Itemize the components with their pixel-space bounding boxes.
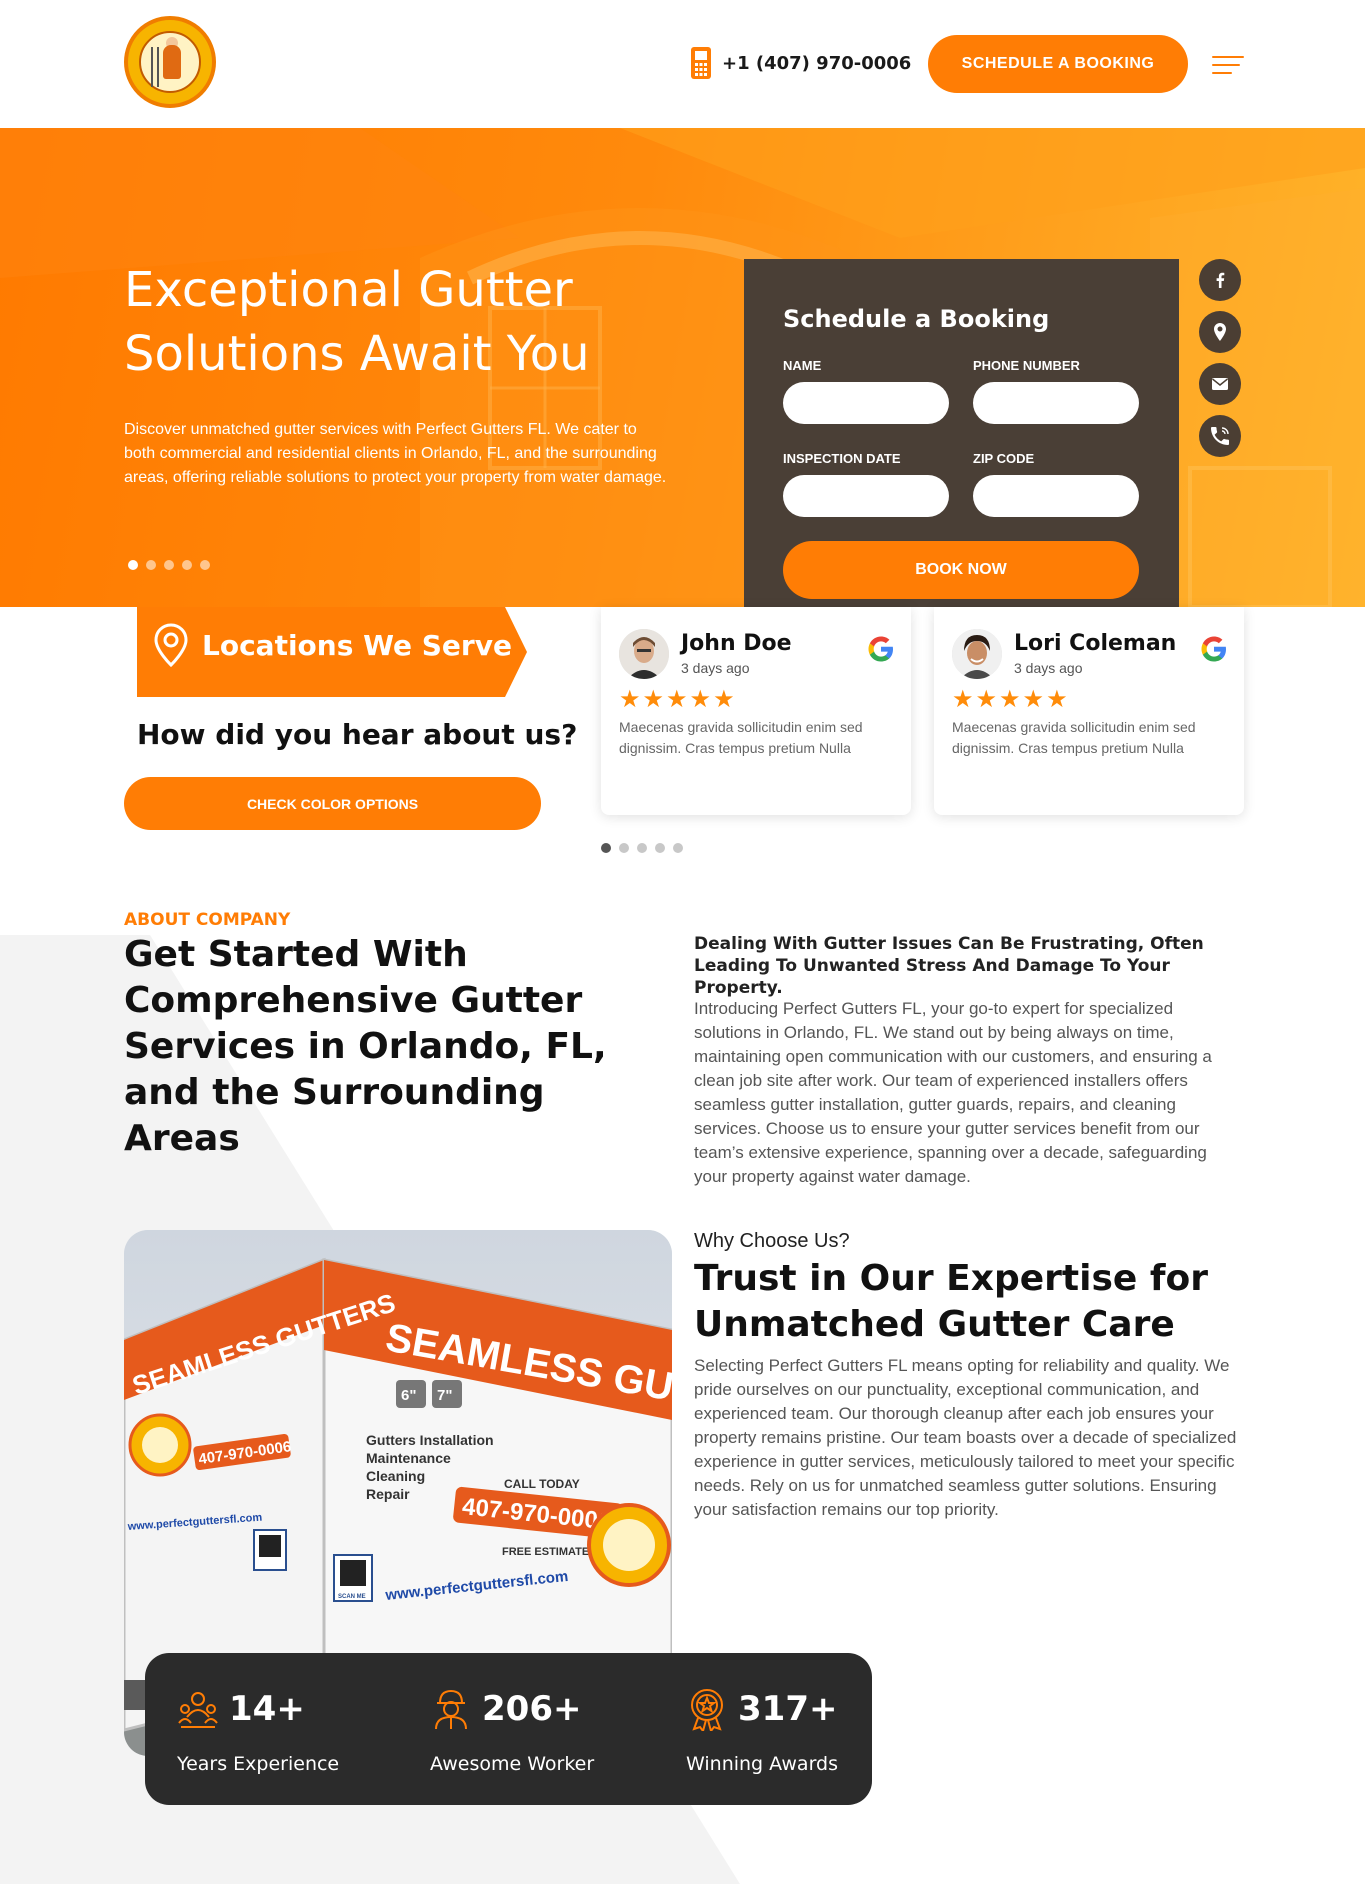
booking-form: Schedule a Booking NAME PHONE NUMBER INS… — [744, 259, 1179, 607]
reviewer-avatar — [619, 629, 669, 679]
hero-description: Discover unmatched gutter services with … — [124, 421, 667, 486]
map-pin-icon — [154, 623, 188, 667]
slider-dot[interactable] — [655, 843, 665, 853]
truck-estimate: FREE ESTIMATE — [502, 1546, 589, 1558]
review-time: 3 days ago — [1014, 660, 1083, 676]
truck-service-item: Gutters Installation — [366, 1432, 494, 1448]
stat-number: 14+ — [229, 1689, 305, 1729]
star-rating: ★★★★★ — [619, 686, 737, 713]
review-card: John Doe 3 days ago ★★★★★ Maecenas gravi… — [601, 607, 911, 815]
facebook-icon[interactable] — [1199, 259, 1241, 301]
reviewer-avatar — [952, 629, 1002, 679]
booking-form-title: Schedule a Booking — [783, 305, 1050, 333]
name-label: NAME — [783, 358, 822, 373]
reviewer-name: John Doe — [681, 631, 792, 656]
why-choose-title: Trust in Our Expertise for Unmatched Gut… — [694, 1258, 1209, 1345]
slider-dot[interactable] — [128, 560, 138, 570]
slider-dot[interactable] — [146, 560, 156, 570]
stat-label: Years Experience — [177, 1753, 340, 1775]
zip-code-input[interactable] — [973, 475, 1139, 517]
gutter-size-label: 6" — [401, 1387, 416, 1404]
slider-dot[interactable] — [619, 843, 629, 853]
about-text: Introducing Perfect Gutters FL, your go-… — [694, 999, 1212, 1186]
google-icon — [868, 636, 893, 662]
about-subtitle: Dealing With Gutter Issues Can Be Frustr… — [694, 934, 1204, 998]
why-choose-text: Selecting Perfect Gutters FL means optin… — [694, 1356, 1237, 1519]
book-now-button[interactable]: BOOK NOW — [783, 541, 1139, 599]
qr-scan-label: SCAN ME — [338, 1594, 366, 1600]
stat-number: 317+ — [738, 1689, 838, 1729]
hero-slider-dots — [128, 560, 210, 570]
review-text: Maecenas gravida sollicitudin enim sed d… — [952, 719, 1196, 756]
hear-about-us-title: How did you hear about us? — [137, 718, 578, 751]
slider-dot[interactable] — [182, 560, 192, 570]
slider-dot[interactable] — [601, 843, 611, 853]
location-pin-icon[interactable] — [1199, 311, 1241, 353]
slider-dot[interactable] — [673, 843, 683, 853]
slider-dot[interactable] — [164, 560, 174, 570]
truck-service-item: Maintenance — [366, 1450, 451, 1466]
company-logo[interactable] — [124, 16, 216, 108]
slider-dot[interactable] — [200, 560, 210, 570]
why-choose-eyebrow: Why Choose Us? — [694, 1230, 850, 1252]
star-rating: ★★★★★ — [952, 686, 1070, 713]
phone-number[interactable]: +1 (407) 970-0006 — [722, 53, 911, 74]
phone-icon — [691, 47, 711, 79]
hero-title: Exceptional Gutter Solutions Await You — [124, 262, 590, 382]
phone-number-input[interactable] — [973, 382, 1139, 424]
truck-service-item: Repair — [366, 1486, 410, 1502]
gutter-size-label: 7" — [437, 1387, 452, 1404]
reviewer-name: Lori Coleman — [1014, 631, 1177, 656]
review-card: Lori Coleman 3 days ago ★★★★★ Maecenas g… — [934, 607, 1244, 815]
site-header: +1 (407) 970-0006 SCHEDULE A BOOKING — [0, 0, 1365, 128]
check-color-options-button[interactable]: CHECK COLOR OPTIONS — [124, 777, 541, 830]
about-title: Get Started With Comprehensive Gutter Se… — [124, 934, 607, 1159]
truck-service-item: Cleaning — [366, 1468, 425, 1484]
locations-banner-label: Locations We Serve — [202, 629, 512, 662]
zip-code-label: ZIP CODE — [973, 451, 1035, 466]
award-icon — [691, 1689, 723, 1731]
review-time: 3 days ago — [681, 660, 750, 676]
stat-number: 206+ — [482, 1689, 582, 1729]
inspection-date-label: INSPECTION DATE — [783, 451, 901, 466]
header-phone[interactable]: +1 (407) 970-0006 — [688, 46, 911, 80]
stats-panel: 14+ Years Experience 206+ Awesome Worker… — [145, 1653, 872, 1805]
users-icon — [178, 1692, 218, 1728]
truck-call-today: CALL TODAY — [504, 1477, 580, 1491]
phone-call-icon[interactable] — [1199, 415, 1241, 457]
reviews-slider-dots — [601, 843, 683, 853]
email-icon[interactable] — [1199, 363, 1241, 405]
stat-label: Winning Awards — [686, 1753, 838, 1775]
about-eyebrow: ABOUT COMPANY — [124, 910, 291, 930]
name-input[interactable] — [783, 382, 949, 424]
hamburger-menu-icon[interactable] — [1212, 56, 1244, 76]
slider-dot[interactable] — [637, 843, 647, 853]
phone-number-label: PHONE NUMBER — [973, 358, 1080, 373]
review-text: Maecenas gravida sollicitudin enim sed d… — [619, 719, 863, 756]
schedule-booking-button[interactable]: SCHEDULE A BOOKING — [928, 35, 1188, 93]
stat-label: Awesome Worker — [430, 1753, 595, 1775]
google-icon — [1201, 636, 1226, 662]
worker-icon — [435, 1689, 467, 1730]
inspection-date-input[interactable] — [783, 475, 949, 517]
locations-we-serve-banner[interactable]: Locations We Serve — [137, 607, 527, 697]
